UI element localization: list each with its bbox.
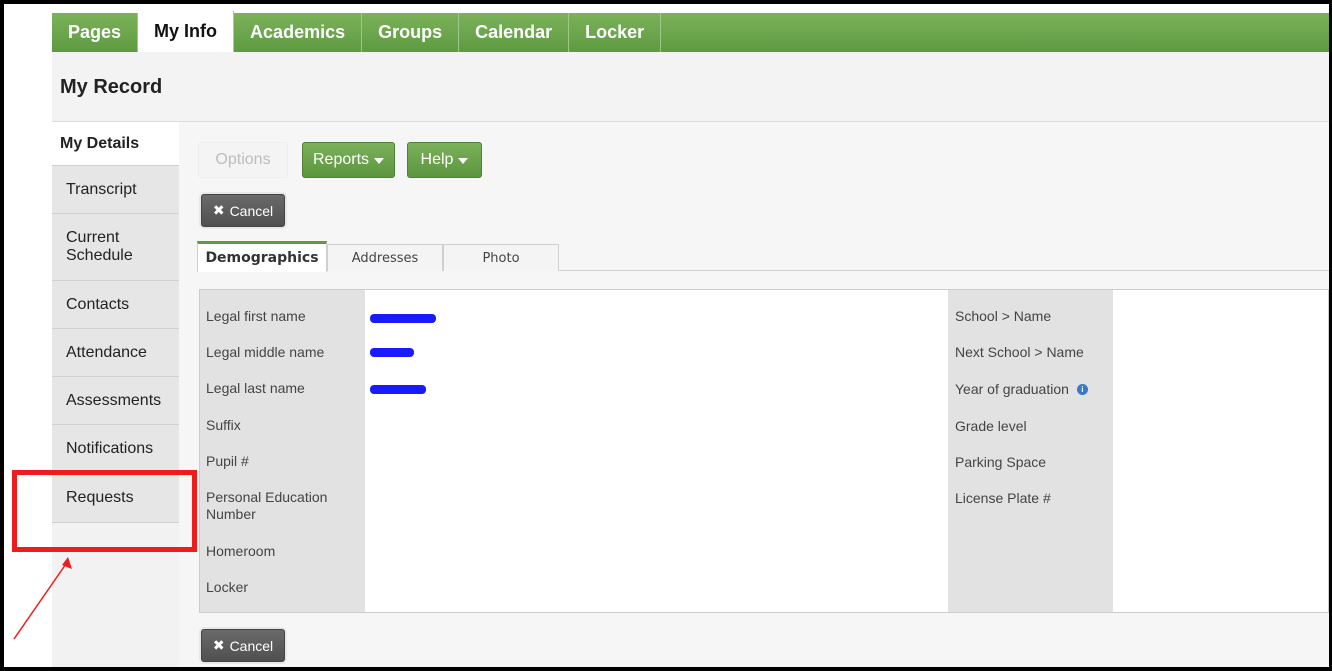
left-label-column (200, 290, 365, 612)
top-nav-bar: Pages My Info Academics Groups Calendar … (52, 11, 1329, 52)
sidebar-item-current-schedule[interactable]: Current Schedule (52, 214, 162, 281)
reports-label: Reports (312, 151, 370, 168)
next-school-name-label: Next School > Name (955, 344, 1084, 360)
year-of-graduation-label: Year of graduation (955, 381, 1069, 397)
title-bar: My Record (52, 52, 1329, 122)
license-plate-label: License Plate # (955, 490, 1051, 506)
page-title: My Record (60, 76, 163, 98)
personal-education-number-label: Personal Education Number (206, 489, 328, 522)
demographics-form: Legal first name Legal middle name Legal… (199, 289, 1329, 613)
tab-addresses[interactable]: Addresses (327, 244, 443, 271)
right-label-column (948, 290, 1113, 612)
reports-button[interactable]: Reports (302, 142, 395, 178)
suffix-label: Suffix (206, 417, 241, 433)
tab-my-info[interactable]: My Info (138, 11, 235, 52)
sidebar-item-notifications[interactable]: Notifications (52, 425, 179, 473)
school-name-label: School > Name (955, 308, 1052, 324)
caret-down-icon (458, 158, 469, 164)
cancel-button-bottom[interactable]: ✖ Cancel (201, 629, 285, 662)
tab-calendar[interactable]: Calendar (459, 13, 570, 52)
tab-locker[interactable]: Locker (569, 13, 662, 52)
options-button[interactable]: Options (198, 142, 288, 178)
parking-space-label: Parking Space (955, 454, 1047, 470)
x-icon: ✖ (212, 202, 225, 218)
info-icon[interactable]: i (1076, 384, 1088, 395)
year-of-graduation-row: Year of graduation i (955, 381, 1088, 398)
tab-demographics[interactable]: Demographics (197, 241, 327, 272)
requests-highlight-box (12, 470, 197, 552)
sidebar-item-assessments[interactable]: Assessments (52, 377, 179, 425)
tab-pages[interactable]: Pages (52, 13, 139, 52)
tab-academics[interactable]: Academics (234, 13, 363, 52)
pupil-number-label: Pupil # (206, 453, 249, 469)
cancel-label: Cancel (229, 637, 274, 654)
redacted-first-name (370, 314, 436, 323)
sidebar-item-current-schedule-pad (162, 214, 179, 281)
legal-last-name-label: Legal last name (206, 380, 305, 396)
sidebar-item-attendance[interactable]: Attendance (52, 329, 179, 377)
locker-label: Locker (206, 579, 249, 595)
sidebar-item-my-details[interactable]: My Details (52, 122, 179, 166)
x-icon: ✖ (212, 637, 225, 653)
annotation-arrow-icon (13, 557, 72, 640)
redacted-last-name (370, 385, 426, 394)
homeroom-label: Homeroom (206, 543, 276, 559)
legal-middle-name-label: Legal middle name (206, 344, 325, 360)
redacted-middle-name (370, 348, 414, 357)
help-label: Help (420, 151, 454, 168)
sidebar-item-contacts[interactable]: Contacts (52, 281, 179, 329)
record-subtabs: Demographics Addresses Photo (197, 241, 1329, 272)
cancel-label: Cancel (229, 202, 274, 219)
caret-down-icon (374, 158, 385, 164)
tab-photo[interactable]: Photo (443, 244, 559, 271)
help-button[interactable]: Help (407, 142, 482, 178)
tab-groups[interactable]: Groups (362, 13, 460, 52)
legal-first-name-label: Legal first name (206, 308, 306, 324)
grade-level-label: Grade level (955, 418, 1027, 434)
options-label: Options (215, 151, 271, 168)
cancel-button-top[interactable]: ✖ Cancel (201, 194, 285, 227)
sidebar-item-transcript[interactable]: Transcript (52, 166, 179, 214)
